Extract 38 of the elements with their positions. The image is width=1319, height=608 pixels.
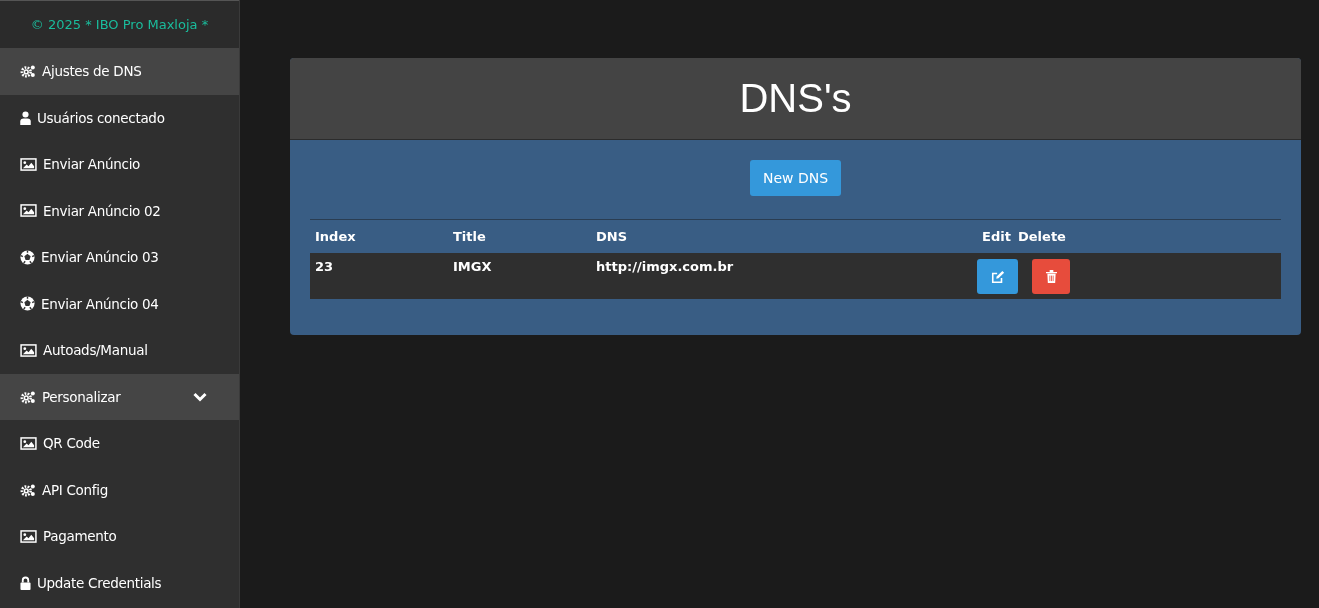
column-header: DNS — [591, 219, 977, 253]
column-header: Delete — [1013, 219, 1281, 253]
gears-icon — [20, 64, 36, 79]
sidebar-item[interactable]: Update Credentials — [0, 559, 239, 606]
image-icon — [20, 436, 37, 450]
sidebar-item[interactable]: Usuários conectado — [0, 94, 239, 141]
soccer-ball-icon — [20, 249, 35, 265]
sidebar-item[interactable]: Personalizar — [0, 373, 239, 420]
table-cell: 23 — [310, 253, 448, 299]
image-icon — [20, 529, 37, 543]
sidebar-item[interactable]: API Config — [0, 466, 239, 513]
sidebar-item[interactable]: Pagamento — [0, 513, 239, 560]
trash-icon — [1045, 270, 1057, 283]
image-icon — [20, 343, 37, 357]
gears-icon — [20, 482, 36, 497]
column-header: Title — [448, 219, 591, 253]
sidebar-item[interactable]: Enviar Anúncio 03 — [0, 234, 239, 281]
edit-icon — [990, 269, 1005, 284]
soccer-ball-icon — [20, 296, 35, 312]
table-cell: IMGX — [448, 253, 591, 299]
delete-button[interactable] — [1032, 259, 1070, 294]
edit-button[interactable] — [977, 259, 1018, 294]
brand-footer-text: © 2025 * IBO Pro Maxloja * — [0, 0, 239, 48]
user-icon — [20, 110, 31, 125]
sidebar-item[interactable]: Enviar Anúncio 04 — [0, 280, 239, 327]
image-icon — [20, 204, 37, 218]
image-icon — [20, 157, 37, 171]
sidebar-item[interactable]: QR Code — [0, 420, 239, 467]
sidebar-item[interactable]: Enviar Anúncio — [0, 141, 239, 188]
table-cell: http://imgx.com.br — [591, 253, 977, 299]
sidebar-item[interactable]: Enviar Anúncio 02 — [0, 187, 239, 234]
column-header: Index — [310, 219, 448, 253]
column-header: Edit — [977, 219, 1013, 253]
gears-icon — [20, 389, 36, 404]
panel-title: DNS's — [739, 76, 852, 121]
lock-icon — [20, 575, 31, 590]
sidebar-item[interactable]: Autoads/Manual — [0, 327, 239, 374]
sidebar-item[interactable]: Ajustes de DNS — [0, 48, 239, 95]
